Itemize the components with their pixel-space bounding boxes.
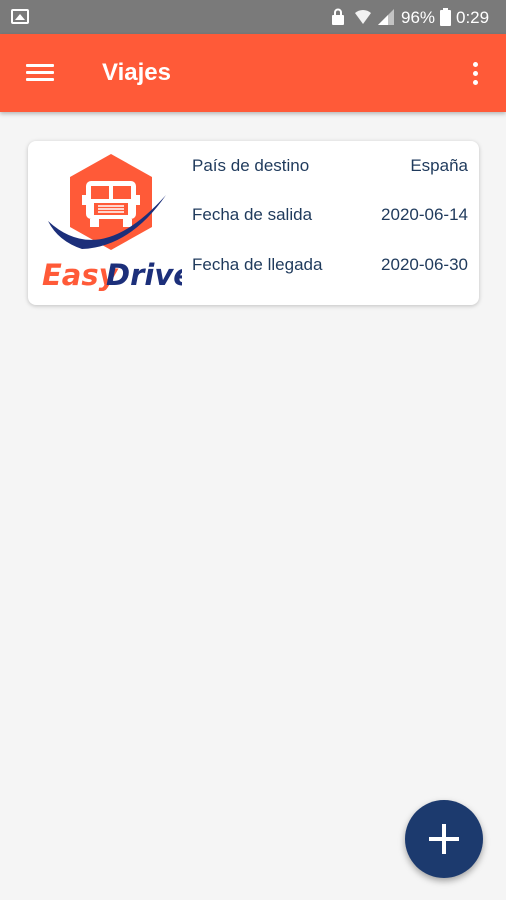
- add-trip-button[interactable]: [405, 800, 483, 878]
- lock-icon: [332, 8, 344, 25]
- signal-icon: [378, 9, 394, 25]
- image-notification-icon: [11, 9, 29, 24]
- departure-value: 2020-06-14: [381, 205, 468, 224]
- battery-icon: [440, 8, 451, 26]
- arrival-label: Fecha de llegada: [192, 255, 323, 274]
- wifi-icon: [355, 9, 371, 24]
- departure-label: Fecha de salida: [192, 205, 313, 224]
- destination-value: España: [410, 156, 468, 175]
- app-bar: Viajes: [0, 34, 506, 112]
- battery-percent: 96%: [401, 8, 436, 27]
- arrival-row: Fecha de llegada 2020-06-30: [192, 255, 468, 281]
- trip-card[interactable]: Easy Drive País de destino España Fecha …: [28, 141, 479, 305]
- departure-row: Fecha de salida 2020-06-14: [192, 205, 468, 231]
- arrival-value: 2020-06-30: [381, 255, 468, 274]
- destination-label: País de destino: [192, 156, 310, 175]
- page-title: Viajes: [102, 59, 171, 86]
- easydrive-logo: Easy Drive: [42, 154, 182, 292]
- logo-text-drive: Drive: [106, 258, 182, 292]
- clock: 0:29: [456, 8, 490, 27]
- hamburger-menu-icon[interactable]: [26, 62, 54, 84]
- destination-row: País de destino España: [192, 156, 468, 182]
- more-vert-icon[interactable]: [464, 60, 486, 88]
- status-bar: 96% 0:29: [0, 0, 506, 34]
